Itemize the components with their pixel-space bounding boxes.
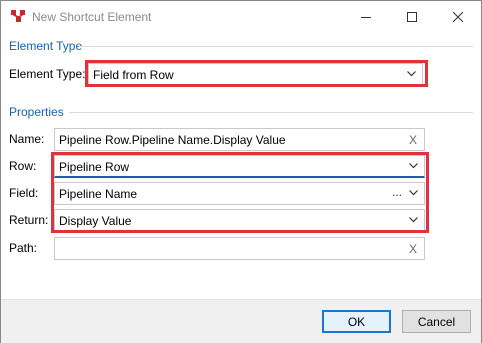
- close-button[interactable]: [435, 1, 481, 32]
- name-label: Name:: [9, 132, 45, 146]
- window-title: New Shortcut Element: [32, 10, 152, 24]
- chevron-down-icon: [407, 71, 416, 77]
- path-clear-button[interactable]: X: [409, 242, 417, 256]
- chevron-down-icon: [409, 217, 418, 223]
- title-bar: New Shortcut Element: [1, 1, 481, 32]
- chevron-down-icon: [409, 190, 418, 196]
- path-field[interactable]: X: [54, 237, 425, 260]
- chevron-down-icon: [409, 163, 418, 169]
- field-value: Pipeline Name: [59, 187, 138, 201]
- minimize-icon: [361, 16, 371, 18]
- row-value: Pipeline Row: [59, 160, 130, 174]
- maximize-button[interactable]: [389, 1, 435, 32]
- maximize-icon: [407, 11, 417, 22]
- field-select[interactable]: Pipeline Name ...: [54, 182, 425, 205]
- row-label: Row:: [9, 159, 37, 173]
- name-value: Pipeline Row.Pipeline Name.Display Value: [59, 133, 286, 147]
- minimize-button[interactable]: [343, 1, 389, 32]
- field-label: Field:: [9, 186, 39, 200]
- row-select[interactable]: Pipeline Row: [54, 155, 425, 178]
- return-label: Return:: [9, 213, 49, 227]
- path-label: Path:: [9, 241, 38, 255]
- field-browse-button[interactable]: ...: [392, 185, 402, 199]
- return-value: Display Value: [59, 214, 132, 228]
- ok-button[interactable]: OK: [322, 310, 391, 333]
- properties-group-title: Properties: [9, 105, 64, 119]
- name-clear-button[interactable]: X: [409, 133, 417, 147]
- element-type-group-title: Element Type: [9, 39, 83, 53]
- name-field[interactable]: Pipeline Row.Pipeline Name.Display Value…: [54, 128, 425, 151]
- close-icon: [453, 11, 463, 22]
- element-type-label: Element Type:: [9, 67, 86, 81]
- element-type-value: Field from Row: [93, 68, 174, 82]
- cancel-button[interactable]: Cancel: [402, 310, 471, 333]
- button-bar: OK Cancel: [1, 299, 481, 343]
- app-icon: [11, 10, 25, 22]
- group-divider: [69, 112, 473, 113]
- element-type-select[interactable]: Field from Row: [88, 63, 423, 86]
- return-select[interactable]: Display Value: [54, 209, 425, 232]
- dialog-window: New Shortcut Element Element Type Elemen…: [0, 0, 482, 343]
- group-divider: [79, 46, 473, 47]
